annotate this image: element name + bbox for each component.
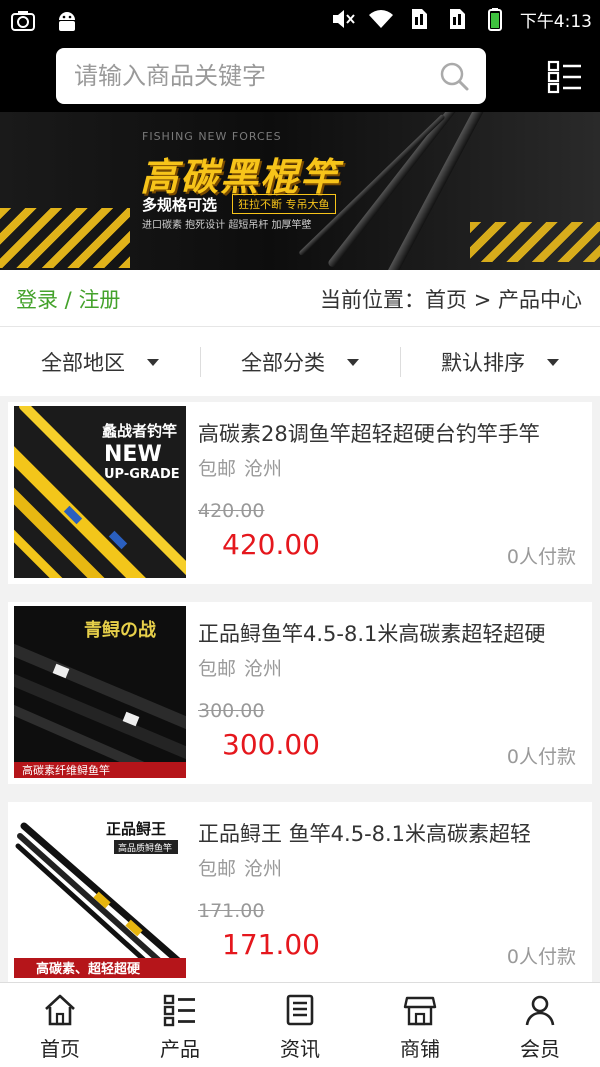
- top-bar: 下午4:13: [0, 0, 600, 112]
- banner-tagline: 多规格可选: [142, 196, 218, 214]
- auth-separator: /: [58, 288, 79, 312]
- mute-icon: [332, 10, 355, 28]
- filter-label: 全部地区: [41, 351, 125, 375]
- original-price: 171.00: [198, 900, 265, 922]
- product-thumbnail[interactable]: 正品鲟王 高品质鲟鱼竿 高碳素、超轻超硬: [14, 806, 186, 978]
- caret-down-icon: [147, 358, 159, 366]
- thumb-text: UP-GRADE: [104, 467, 180, 482]
- thumb-text: 蠡战者钓竿: [102, 422, 177, 440]
- bottom-nav: 首页 产品 资讯 商铺 会员: [0, 982, 600, 1067]
- home-icon: [45, 994, 75, 1026]
- product-meta: 包邮 沧州: [198, 654, 282, 681]
- shop-icon: [403, 996, 437, 1026]
- status-bar: 下午4:13: [0, 0, 600, 42]
- shipping-label: 包邮: [198, 458, 237, 480]
- product-image: 正品鲟王 高品质鲟鱼竿 高碳素、超轻超硬: [14, 806, 186, 978]
- city-label: 沧州: [244, 458, 283, 480]
- city-label: 沧州: [244, 858, 283, 880]
- banner-stripes: [470, 222, 600, 262]
- nav-label: 资讯: [280, 1037, 320, 1061]
- sold-count: 0人付款: [506, 746, 576, 768]
- thumb-text: 青鲟の战: [84, 619, 156, 641]
- product-title[interactable]: 正品鲟鱼竿4.5-8.1米高碳素超轻超硬: [198, 618, 578, 648]
- sim1-icon: [411, 9, 427, 29]
- caret-down-icon: [547, 358, 559, 366]
- banner-features: 进口碳素 抱死设计 超短吊杆 加厚竿壁: [142, 220, 312, 231]
- banner-title: 高碳黑棍竿: [140, 155, 341, 199]
- banner-stripes: [0, 208, 130, 268]
- product-title[interactable]: 正品鲟王 鱼竿4.5-8.1米高碳素超轻: [198, 818, 578, 848]
- original-price: 420.00: [198, 500, 265, 522]
- nav-label: 产品: [160, 1037, 200, 1061]
- filter-label: 全部分类: [241, 351, 325, 375]
- product-thumbnail[interactable]: 青鲟の战 高碳素纤维鲟鱼竿: [14, 606, 186, 778]
- status-time: 下午4:13: [519, 11, 592, 32]
- filter-label: 默认排序: [441, 351, 525, 375]
- nav-label: 首页: [40, 1037, 80, 1061]
- register-link[interactable]: 注册: [78, 288, 120, 312]
- filter-category[interactable]: 全部分类: [200, 327, 400, 397]
- search-icon[interactable]: [438, 60, 470, 92]
- camera-icon: [11, 11, 35, 31]
- shipping-label: 包邮: [198, 858, 237, 880]
- caret-down-icon: [347, 358, 359, 366]
- list-icon: [163, 994, 195, 1027]
- wifi-icon: [368, 10, 393, 29]
- sale-price: 420.00: [222, 528, 320, 561]
- nav-news[interactable]: 资讯: [240, 983, 360, 1067]
- product-card[interactable]: 蠡战者钓竿 NEW UP-GRADE 高碳素28调鱼竿超轻超硬台钓竿手竿 包邮沧…: [8, 402, 592, 584]
- news-icon: [286, 994, 314, 1026]
- thumb-text: 高品质鲟鱼竿: [118, 842, 172, 854]
- nav-member[interactable]: 会员: [480, 983, 600, 1067]
- product-card[interactable]: 正品鲟王 高品质鲟鱼竿 高碳素、超轻超硬 正品鲟王 鱼竿4.5-8.1米高碳素超…: [8, 802, 592, 984]
- search-box[interactable]: [56, 48, 486, 104]
- banner-tag: 狂拉不断 专吊大鱼: [232, 194, 336, 214]
- nav-label: 商铺: [400, 1037, 440, 1061]
- filter-bar: 全部地区 全部分类 默认排序: [0, 326, 600, 396]
- banner-subtitle-en: FISHING NEW FORCES: [142, 130, 282, 143]
- menu-icon[interactable]: [546, 58, 584, 96]
- battery-icon: [487, 8, 502, 31]
- filter-region[interactable]: 全部地区: [0, 327, 200, 397]
- original-price: 300.00: [198, 700, 265, 722]
- filter-sort[interactable]: 默认排序: [400, 327, 600, 397]
- user-icon: [525, 995, 555, 1026]
- android-icon: [59, 12, 75, 31]
- thumb-text: 正品鲟王: [106, 820, 166, 838]
- sold-count: 0人付款: [506, 546, 576, 568]
- product-image: 青鲟の战 高碳素纤维鲟鱼竿: [14, 606, 186, 778]
- search-input[interactable]: [74, 48, 414, 104]
- product-meta: 包邮 沧州: [198, 454, 282, 481]
- breadcrumb: 当前位置：首页 > 产品中心: [320, 288, 582, 312]
- thumb-text: 高碳素纤维鲟鱼竿: [22, 763, 110, 777]
- product-card[interactable]: 青鲟の战 高碳素纤维鲟鱼竿 正品鲟鱼竿4.5-8.1米高碳素超轻超硬 包邮 沧州 …: [8, 602, 592, 784]
- sim2-icon: [449, 9, 465, 29]
- thumb-text: NEW: [104, 442, 162, 467]
- sold-count: 0人付款: [506, 946, 576, 968]
- login-link[interactable]: 登录: [16, 288, 58, 312]
- auth-links: 登录 / 注册: [16, 284, 120, 314]
- promo-banner[interactable]: FISHING NEW FORCES 高碳黑棍竿 多规格可选 狂拉不断 专吊大鱼…: [0, 112, 600, 270]
- nav-label: 会员: [520, 1037, 560, 1061]
- product-image: 蠡战者钓竿 NEW UP-GRADE: [14, 406, 186, 578]
- nav-home[interactable]: 首页: [0, 983, 120, 1067]
- sale-price: 171.00: [222, 928, 320, 961]
- nav-shop[interactable]: 商铺: [360, 983, 480, 1067]
- shipping-label: 包邮: [198, 658, 237, 680]
- product-meta: 包邮 沧州: [198, 854, 282, 881]
- sale-price: 300.00: [222, 728, 320, 761]
- product-title[interactable]: 高碳素28调鱼竿超轻超硬台钓竿手竿: [198, 418, 578, 448]
- nav-products[interactable]: 产品: [120, 983, 240, 1067]
- city-label: 沧州: [244, 658, 283, 680]
- thumb-text: 高碳素、超轻超硬: [36, 961, 141, 977]
- product-thumbnail[interactable]: 蠡战者钓竿 NEW UP-GRADE: [14, 406, 186, 578]
- crumb-row: 登录 / 注册 当前位置：首页 > 产品中心: [0, 270, 600, 326]
